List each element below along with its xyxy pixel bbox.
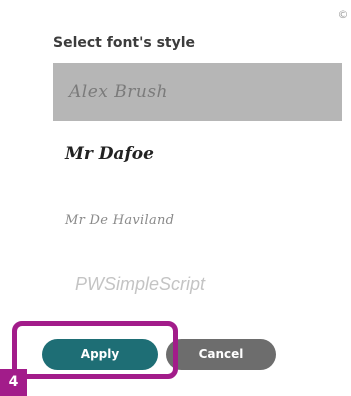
font-option-alex-brush[interactable]: Alex Brush	[53, 63, 342, 121]
font-option-label: PWSimpleScript	[75, 273, 206, 294]
font-option-label: Mr Dafoe	[65, 144, 154, 164]
step-number-badge: 4	[0, 369, 27, 396]
font-style-list: Alex Brush Mr Dafoe Mr De Haviland PWSim…	[53, 63, 342, 315]
font-option-label: Mr De Haviland	[65, 212, 175, 228]
font-option-pwsimplescript[interactable]: PWSimpleScript	[53, 253, 342, 315]
close-icon[interactable]: ©	[337, 9, 349, 21]
font-style-dialog: © Select font's style Alex Brush Mr Dafo…	[0, 0, 351, 396]
tutorial-highlight-box	[12, 321, 178, 379]
font-option-label: Alex Brush	[69, 82, 169, 102]
font-option-mr-de-haviland[interactable]: Mr De Haviland	[53, 187, 342, 253]
dialog-title: Select font's style	[53, 35, 196, 51]
font-option-mr-dafoe[interactable]: Mr Dafoe	[53, 121, 342, 187]
cancel-button[interactable]: Cancel	[166, 339, 276, 370]
